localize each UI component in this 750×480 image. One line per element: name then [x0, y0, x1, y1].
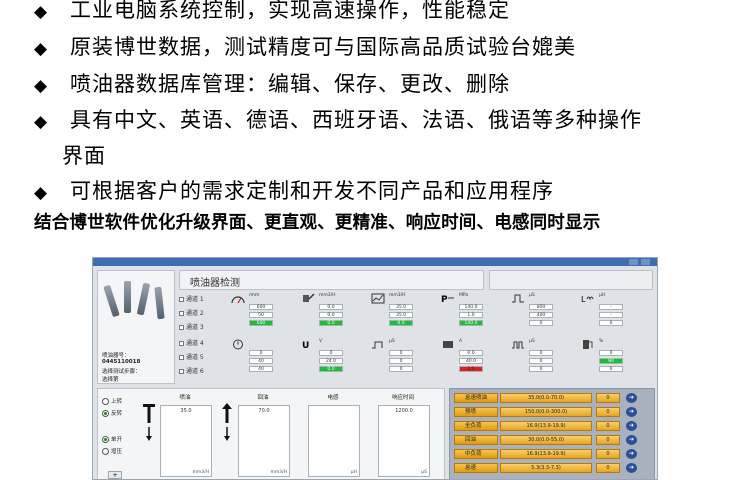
bullet-item: ◆ 原装博世数据，测试精度可与国际高品质试验台媲美 [34, 31, 576, 61]
svg-text:L: L [581, 295, 586, 304]
voltage-cell: U V 0 24.0 0.0 [299, 338, 365, 382]
arrow-right-icon[interactable]: ➔ [626, 393, 637, 403]
arrow-right-icon[interactable]: ➔ [626, 463, 637, 473]
page-title-box: 喷油器检测 [179, 270, 484, 290]
response-icon [512, 341, 524, 349]
fuel-pump-icon [583, 340, 593, 349]
channel-list: 通道 1 通道 2 通道 3 通道 4 通道 5 通道 6 [177, 292, 227, 384]
page-title: 喷油器检测 [190, 278, 240, 289]
summary-text: 结合博世软件优化升级界面、更直观、更精准、响应时间、电感同时显示 [34, 213, 601, 233]
radio-boost[interactable]: 增压 [102, 447, 122, 455]
injector-image [103, 284, 120, 318]
gauge-icon [231, 296, 245, 304]
channel-checkbox[interactable]: 通道 1 [179, 294, 204, 303]
up-down-arrow-icon [222, 403, 232, 441]
test-step-row[interactable]: 中负荷 16.9(13.9-19.9) 0 ➔ [454, 449, 652, 459]
bullet-text: 工业电脑系统控制，实现高速操作，性能稳定 [70, 0, 510, 22]
meter-box: 35.0 mm3/H [160, 405, 212, 477]
meter-box: 1200.0 μS [378, 405, 430, 477]
response-cell: μS 0 0 0 [509, 338, 575, 382]
step-select-value: 选择第 [102, 377, 119, 383]
channel-checkbox[interactable]: 通道 4 [179, 338, 204, 347]
app-screenshot: 喷油器检测 喷油器号： 0445110018 选择测试步骤： 选择第 通道 1 … [92, 257, 658, 480]
fuel-cell: % 0 90 0 [579, 338, 645, 382]
speed-cell: /mm 600 50 600 [229, 292, 295, 336]
voltage-icon: U [302, 341, 309, 350]
pulse-icon [512, 294, 524, 303]
channel-checkbox[interactable]: 通道 6 [179, 366, 204, 375]
channel-checkbox[interactable]: 通道 3 [179, 322, 204, 331]
chart-icon [371, 293, 385, 304]
meter-response-time: 响应时间 1200.0 μS [358, 393, 436, 479]
pressure-icon: P [441, 295, 454, 304]
injector-image [124, 281, 131, 313]
pressure-cell: P MPa 140.0 1.0 140.0 [439, 292, 505, 336]
bullet-item: ◆ 喷油器数据库管理：编辑、保存、更改、删除 [34, 68, 510, 98]
current-cell: A 0.0 40.0 2.0 [439, 338, 505, 382]
time-cell: 0 40 40 [229, 338, 295, 382]
injector-image [154, 286, 165, 320]
clock-icon [233, 339, 243, 350]
svg-text:U: U [302, 341, 309, 350]
test-step-row[interactable]: 怠速喷油 35.0(0.0-70.0) 0 ➔ [454, 393, 652, 403]
meter-box: μH [308, 405, 360, 477]
window-titlebar [93, 258, 657, 266]
injector-number-label: 喷油器号： [102, 353, 130, 359]
up-down-arrow-icon [143, 404, 155, 441]
test-step-row[interactable]: 预喷 150.0(0.0-300.0) 0 ➔ [454, 407, 652, 417]
close-button[interactable] [641, 259, 650, 265]
delay-cell: μS 0 0 0 [369, 338, 435, 382]
arrow-right-icon[interactable]: ➔ [626, 449, 637, 459]
bullet-text: 具有中文、英语、德语、西班牙语、法语、俄语等多种操作 [70, 108, 642, 132]
delay-icon [372, 341, 383, 349]
bullet-item: ◆ 可根据客户的需求定制和开发不同产品和应用程序 [34, 175, 554, 205]
channel-checkbox[interactable]: 通道 5 [179, 352, 204, 361]
bullet-text: 喷油器数据库管理：编辑、保存、更改、删除 [70, 72, 510, 96]
bullet-item: ◆ 具有中文、英语、德语、西班牙语、法语、俄语等多种操作 [34, 104, 642, 134]
injector-number: 0445110018 [102, 359, 141, 365]
injector-image [136, 282, 151, 316]
bullet-marker: ◆ [34, 183, 49, 203]
bullet-item: ◆ 工业电脑系统控制，实现高速操作，性能稳定 [34, 0, 510, 24]
wrench-icon [303, 293, 315, 302]
test-steps-panel: 怠速喷油 35.0(0.0-70.0) 0 ➔ 预喷 150.0(0.0-300.0) 0… [449, 388, 655, 479]
bullet-marker: ◆ [34, 112, 49, 132]
bullet-text: 原装博世数据，测试精度可与国际高品质试验台媲美 [70, 35, 576, 59]
meter-box: 70.0 mm3/H [238, 405, 290, 477]
test-step-row[interactable]: 全负荷 16.9(13.9-19.9) 0 ➔ [454, 421, 652, 431]
test-step-row[interactable]: 怠速 5.3(3.3-7.3) 0 ➔ [454, 463, 652, 473]
injection-cell: mm3/H 0.0 0.0 0.0 [299, 292, 365, 336]
parameter-grid: /mm 600 50 600 mm3/H 0.0 0.0 0.0 mm3/H 3… [229, 292, 653, 384]
meter-return: 回油 70.0 mm3/H [218, 393, 296, 479]
inductance-cell: L μH - - 0 [579, 292, 645, 336]
bullet-marker: ◆ [34, 76, 49, 96]
step-select-label: 选择测试步骤： [102, 369, 141, 375]
arrow-right-icon[interactable]: ➔ [626, 435, 637, 445]
mode-controls: 上转 反转 单开 增压 + [100, 391, 140, 479]
minimize-button[interactable] [629, 259, 638, 265]
radio-forward[interactable]: 上转 [102, 397, 122, 405]
arrow-right-icon[interactable]: ➔ [626, 421, 637, 431]
current-icon [443, 341, 453, 348]
bullet-text: 可根据客户的需求定制和开发不同产品和应用程序 [70, 179, 554, 203]
bullet-marker: ◆ [34, 2, 49, 22]
test-step-row[interactable]: 回油 30.0(0.0-55.0) 0 ➔ [454, 435, 652, 445]
bullet-continuation: 界面 [62, 144, 106, 168]
radio-reverse[interactable]: 反转 [102, 409, 122, 417]
pulse-cell: μS 800 400 0 [509, 292, 575, 336]
injector-info-panel: 喷油器号： 0445110018 选择测试步骤： 选择第 [97, 270, 175, 384]
return-cell: mm3/H 35.0 35.0 0.0 [369, 292, 435, 336]
radio-single[interactable]: 单开 [102, 435, 122, 443]
header-blank-box [489, 270, 653, 290]
add-button[interactable]: + [108, 471, 122, 479]
arrow-right-icon[interactable]: ➔ [626, 407, 637, 417]
channel-checkbox[interactable]: 通道 2 [179, 308, 204, 317]
svg-text:P: P [441, 295, 448, 304]
measurement-panel: 上转 反转 单开 增压 + 喷油 35.0 mm3/H 回油 70.0 mm3/… [97, 388, 445, 479]
meter-injection: 喷油 35.0 mm3/H [140, 393, 218, 479]
meter-inductance: 电感 μH [288, 393, 366, 479]
coil-icon: L [581, 295, 594, 304]
bullet-marker: ◆ [34, 39, 49, 59]
